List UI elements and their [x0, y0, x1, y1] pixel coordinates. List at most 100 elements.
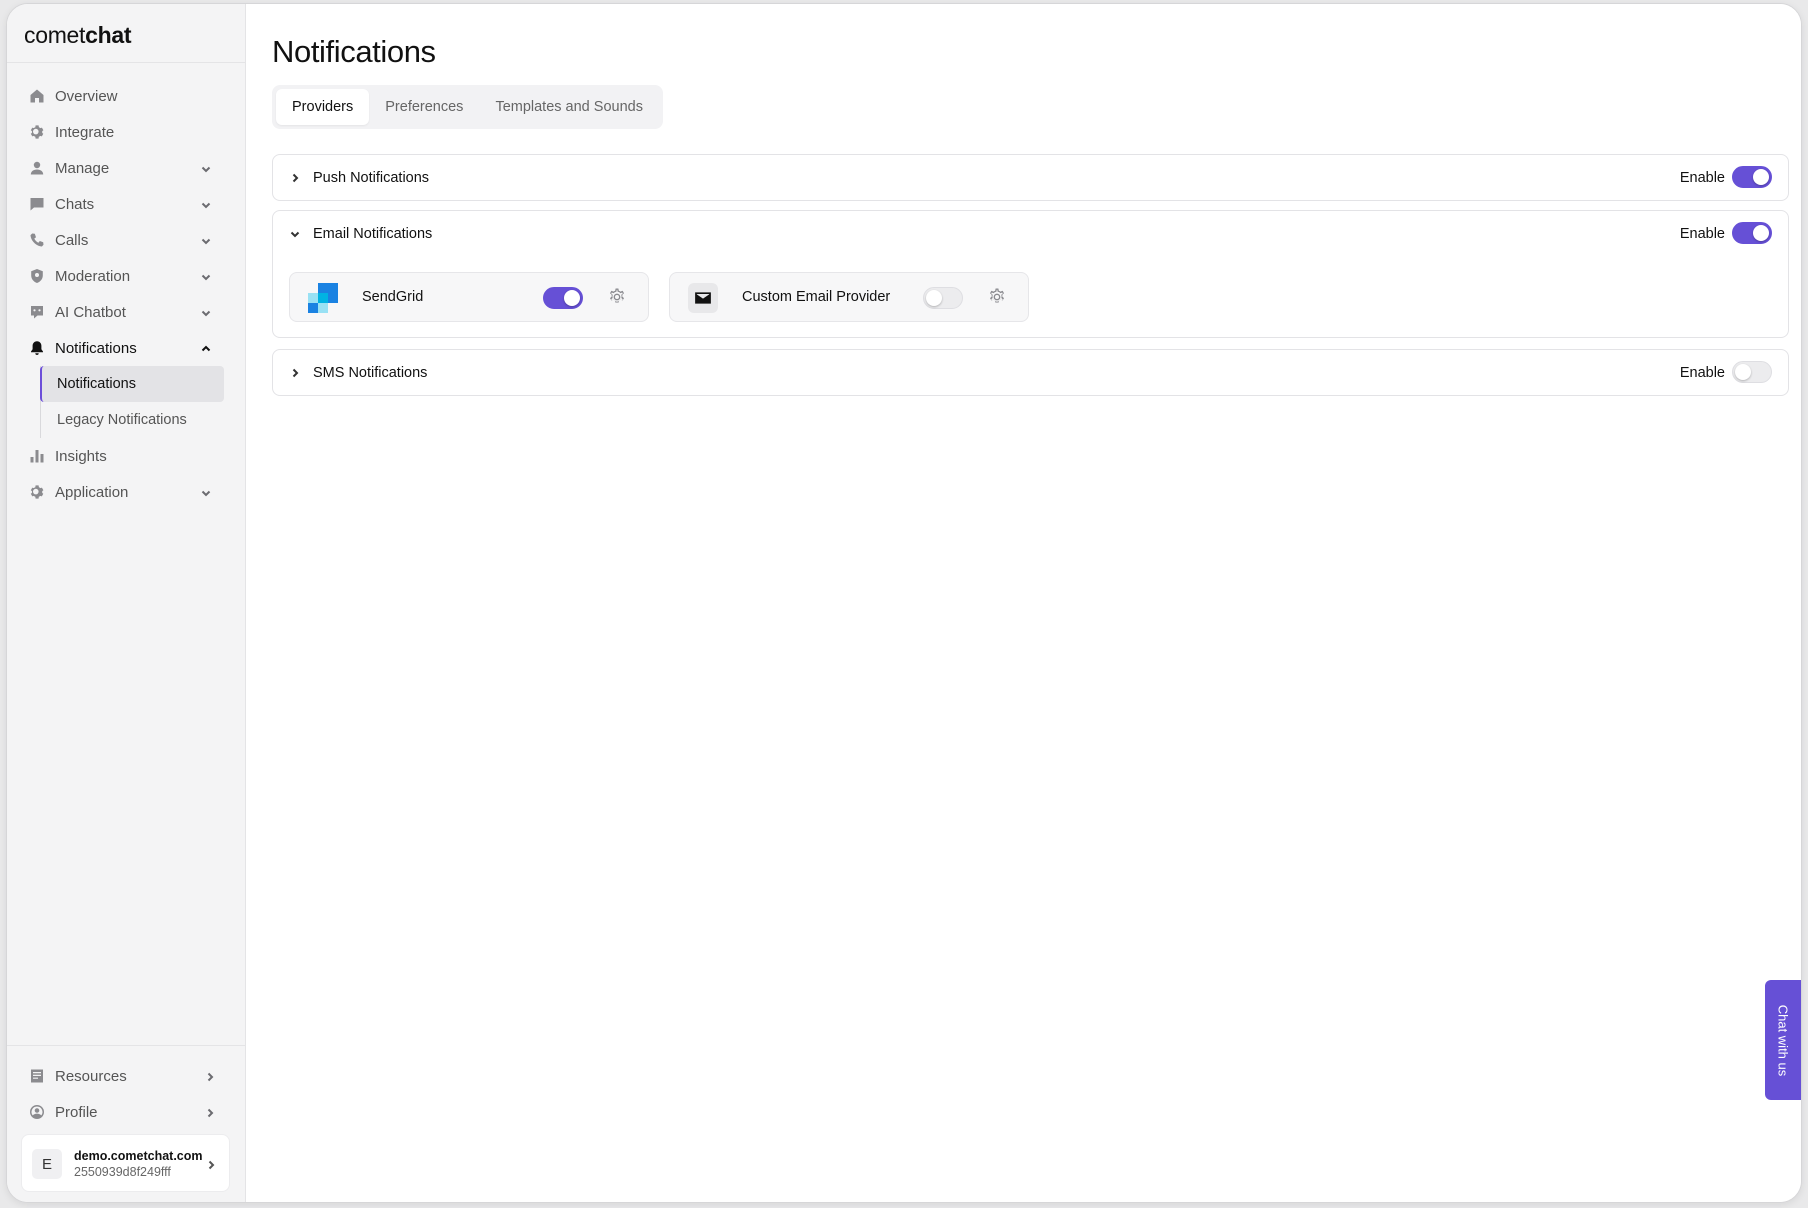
sidebar-item-calls[interactable]: Calls — [7, 222, 246, 258]
cometchat-logo[interactable]: cometchat — [24, 22, 132, 49]
provider-name: Custom Email Provider — [742, 289, 891, 305]
chevron-down-icon — [200, 234, 212, 246]
chevron-down-icon — [200, 486, 212, 498]
chevron-down-icon — [200, 270, 212, 282]
notifications-subnav: Notifications Legacy Notifications — [40, 366, 246, 438]
sidebar-nav: Overview Integrate Manage Chats Calls Mo… — [7, 78, 246, 510]
panel-title: Push Notifications — [313, 169, 430, 186]
chevron-right-icon — [204, 1070, 216, 1082]
panel-title: Email Notifications — [313, 225, 433, 242]
sendgrid-toggle[interactable] — [543, 287, 583, 309]
bell-icon — [29, 340, 45, 356]
email-enable-toggle[interactable] — [1732, 222, 1772, 244]
chevron-up-icon — [200, 342, 212, 354]
sidebar-item-label: Insights — [55, 447, 107, 465]
sendgrid-logo — [308, 283, 338, 313]
sidebar-item-label: Integrate — [55, 123, 115, 141]
gear-icon — [29, 124, 45, 140]
sidebar-item-manage[interactable]: Manage — [7, 150, 246, 186]
phone-icon — [29, 232, 45, 248]
home-icon — [29, 88, 45, 104]
divider — [7, 1045, 246, 1046]
user-circle-icon — [29, 1104, 45, 1120]
toggle-knob — [1753, 169, 1769, 185]
sidebar-item-resources[interactable]: Resources — [7, 1058, 246, 1094]
toggle-knob — [564, 290, 580, 306]
sidebar-item-label: Profile — [55, 1103, 98, 1121]
chevron-down-icon[interactable] — [289, 227, 301, 239]
divider — [7, 62, 246, 63]
push-notifications-panel: Push Notifications Enable — [272, 154, 1789, 201]
shield-icon — [29, 268, 45, 284]
mail-icon — [688, 283, 718, 313]
sms-notifications-panel: SMS Notifications Enable — [272, 349, 1789, 396]
push-enable-toggle[interactable] — [1732, 166, 1772, 188]
provider-name: SendGrid — [362, 289, 424, 305]
sidebar-item-label: Calls — [55, 231, 89, 249]
main-content: Notifications Providers Preferences Temp… — [247, 4, 1801, 1202]
sidebar-item-application[interactable]: Application — [7, 474, 246, 510]
sidebar-item-moderation[interactable]: Moderation — [7, 258, 246, 294]
sms-notifications-header[interactable]: SMS Notifications Enable — [273, 350, 1788, 395]
push-notifications-header[interactable]: Push Notifications Enable — [273, 155, 1788, 200]
enable-label: Enable — [1679, 169, 1725, 186]
sidebar-item-integrate[interactable]: Integrate — [7, 114, 246, 150]
settings-gear-icon[interactable] — [607, 287, 627, 307]
chevron-right-icon — [205, 1158, 217, 1170]
chevron-right-icon[interactable] — [289, 366, 301, 378]
email-notifications-header[interactable]: Email Notifications Enable — [273, 211, 1788, 256]
sidebar-item-chats[interactable]: Chats — [7, 186, 246, 222]
sidebar-item-ai-chatbot[interactable]: AI Chatbot — [7, 294, 246, 330]
sidebar-item-label: Moderation — [55, 267, 131, 285]
sidebar-bottom-nav: Resources Profile — [7, 1058, 246, 1130]
book-icon — [29, 1068, 45, 1084]
sidebar-item-label: Notifications — [55, 339, 137, 357]
tab-providers[interactable]: Providers — [276, 89, 370, 125]
chevron-right-icon — [204, 1106, 216, 1118]
sidebar-item-label: Chats — [55, 195, 95, 213]
sidebar-item-label: Manage — [55, 159, 110, 177]
provider-card-custom-email: Custom Email Provider — [669, 272, 1029, 322]
sms-enable-toggle[interactable] — [1732, 361, 1772, 383]
account-switcher[interactable]: E demo.cometchat.com 2550939d8f249fff — [21, 1134, 230, 1192]
subnav-item-notifications[interactable]: Notifications — [40, 366, 224, 402]
tab-preferences[interactable]: Preferences — [369, 89, 479, 125]
chevron-right-icon[interactable] — [289, 171, 301, 183]
enable-label: Enable — [1679, 225, 1725, 242]
tab-bar: Providers Preferences Templates and Soun… — [272, 85, 663, 129]
custom-email-toggle[interactable] — [923, 287, 963, 309]
sidebar-item-insights[interactable]: Insights — [7, 438, 246, 474]
toggle-knob — [926, 290, 942, 306]
chat-icon — [29, 196, 45, 212]
chat-with-us-label: Chat with us — [1775, 1004, 1791, 1076]
tab-templates-and-sounds[interactable]: Templates and Sounds — [479, 89, 659, 125]
page-title: Notifications — [272, 34, 436, 69]
chevron-down-icon — [200, 198, 212, 210]
bot-icon — [29, 304, 45, 320]
toggle-knob — [1753, 225, 1769, 241]
chevron-down-icon — [200, 306, 212, 318]
chat-with-us-button[interactable]: Chat with us — [1765, 980, 1801, 1100]
email-notifications-panel: Email Notifications Enable SendGrid Cust… — [272, 210, 1789, 338]
settings-gear-icon[interactable] — [987, 287, 1007, 307]
enable-label: Enable — [1679, 364, 1725, 381]
sidebar-item-profile[interactable]: Profile — [7, 1094, 246, 1130]
provider-card-sendgrid: SendGrid — [289, 272, 649, 322]
person-icon — [29, 160, 45, 176]
toggle-knob — [1735, 364, 1751, 380]
sidebar-item-notifications[interactable]: Notifications — [7, 330, 246, 366]
sidebar-item-overview[interactable]: Overview — [7, 78, 246, 114]
chevron-down-icon — [200, 162, 212, 174]
sidebar-item-label: Overview — [55, 87, 118, 105]
account-domain: demo.cometchat.com — [74, 1149, 203, 1163]
panel-title: SMS Notifications — [313, 364, 428, 381]
avatar: E — [32, 1149, 62, 1179]
subnav-item-legacy-notifications[interactable]: Legacy Notifications — [41, 402, 225, 438]
sidebar: cometchat Overview Integrate Manage Chat… — [7, 4, 246, 1202]
sidebar-item-label: Application — [55, 483, 129, 501]
bar-chart-icon — [29, 448, 45, 464]
sidebar-item-label: Resources — [55, 1067, 127, 1085]
app-window: cometchat Overview Integrate Manage Chat… — [6, 3, 1802, 1203]
gear-icon — [29, 484, 45, 500]
sidebar-item-label: AI Chatbot — [55, 303, 126, 321]
